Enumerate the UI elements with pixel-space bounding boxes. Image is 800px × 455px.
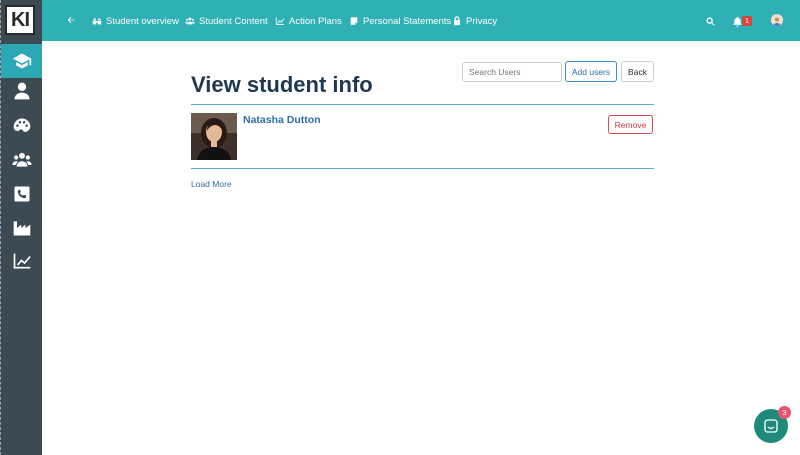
nav-label: Student Content [199,15,268,27]
binoculars-icon [92,18,102,25]
industry-icon [13,221,30,236]
nav-privacy[interactable]: Privacy [452,13,497,29]
document-icon [350,17,358,25]
divider [191,104,654,105]
search-button[interactable] [705,13,716,29]
users-icon [11,152,32,167]
chat-unread-badge: 3 [778,406,791,419]
line-chart-icon [13,253,31,269]
user-avatar[interactable] [771,14,783,26]
page-title: View student info [191,72,373,97]
add-users-button[interactable]: Add users [565,61,617,82]
student-name-link[interactable]: Natasha Dutton [243,114,321,126]
load-more-link[interactable]: Load More [191,179,232,189]
user-icon [14,82,29,100]
palette-icon [13,118,30,132]
sidebar-item-contacts[interactable] [1,177,42,211]
phone-icon [14,186,29,202]
student-portrait-image [191,113,237,160]
remove-student-button[interactable]: Remove [608,115,653,134]
sidebar-item-groups[interactable] [1,143,42,177]
notifications-button[interactable]: 1 [732,13,754,29]
sidebar-item-students[interactable] [1,44,42,78]
nav-label: Student overview [106,15,179,27]
student-photo[interactable] [191,113,237,160]
notification-count-badge: 1 [742,16,752,26]
app-logo[interactable]: KI [5,5,35,35]
back-button[interactable]: Back [621,61,654,82]
chat-bubble-icon [764,419,778,433]
nav-label: Personal Statements [363,15,452,27]
top-navigation-bar: Student overview Student Content Action … [42,0,800,41]
user-avatar-icon [771,15,783,26]
nav-label: Privacy [466,15,498,27]
sidebar: KI [0,0,42,455]
users-icon [185,17,195,25]
sidebar-item-analytics[interactable] [1,244,42,278]
search-icon [706,16,715,26]
back-arrow-button[interactable] [66,12,80,28]
nav-personal-statements[interactable]: Personal Statements [349,13,451,29]
search-users-input[interactable] [462,62,562,82]
graduation-cap-icon [12,53,31,69]
lock-icon [454,16,460,26]
nav-action-plans[interactable]: Action Plans [275,13,342,29]
arrow-left-icon [67,16,75,24]
divider [191,168,654,169]
nav-student-overview[interactable]: Student overview [92,13,179,29]
sidebar-item-palette[interactable] [1,109,42,143]
sidebar-item-industry[interactable] [1,211,42,245]
nav-student-content[interactable]: Student Content [185,13,268,29]
nav-label: Action Plans [289,15,342,27]
sidebar-item-profile[interactable] [1,74,42,108]
line-chart-icon [275,17,285,25]
